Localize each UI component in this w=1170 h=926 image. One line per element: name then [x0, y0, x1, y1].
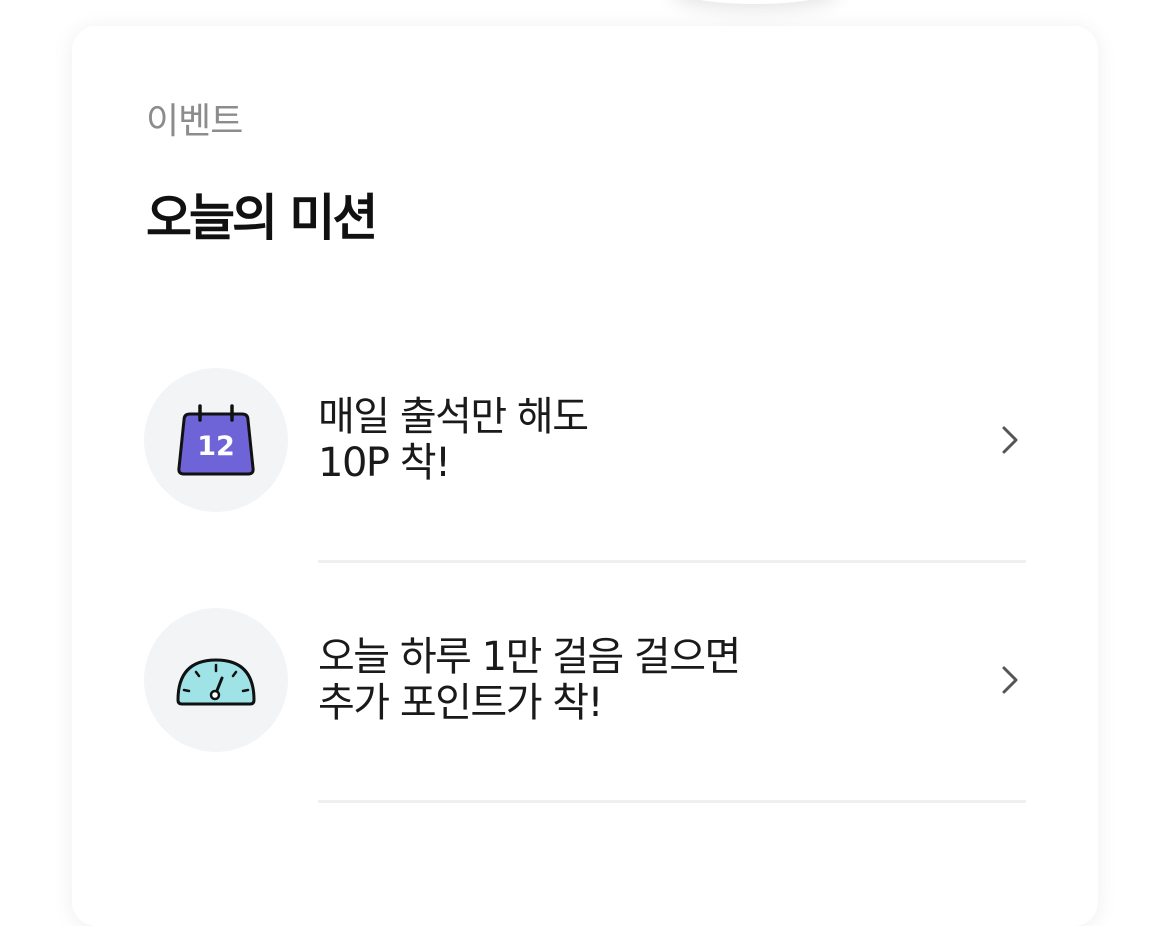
- calendar-icon-badge: 12: [144, 368, 288, 512]
- chevron-right-icon: [1002, 666, 1018, 694]
- page-title: 오늘의 미션: [146, 189, 378, 247]
- calendar-icon: 12: [177, 404, 255, 476]
- mission-line-2: 추가 포인트가 착!: [318, 680, 604, 726]
- mission-text: 오늘 하루 1만 걸음 걸으면 추가 포인트가 착!: [318, 634, 741, 726]
- mission-line-2: 10P 착!: [318, 440, 451, 486]
- mission-line-1: 오늘 하루 1만 걸음 걸으면: [318, 634, 741, 680]
- mission-text: 매일 출석만 해도 10P 착!: [318, 394, 589, 486]
- calendar-day-number: 12: [197, 431, 235, 462]
- mission-card: 이벤트 오늘의 미션 12 매일 출석만 해도 10P 착! 오늘 하루 1만 …: [72, 26, 1098, 926]
- top-sheet-edge: [670, 0, 840, 4]
- section-label: 이벤트: [146, 101, 243, 142]
- speedometer-icon: [176, 658, 256, 706]
- mission-item-attendance[interactable]: 12 매일 출석만 해도 10P 착!: [144, 368, 1026, 512]
- speedometer-icon-badge: [144, 608, 288, 752]
- divider: [318, 800, 1026, 803]
- mission-line-1: 매일 출석만 해도: [318, 394, 589, 440]
- divider: [318, 560, 1026, 563]
- chevron-right-icon: [1002, 426, 1018, 454]
- mission-item-steps[interactable]: 오늘 하루 1만 걸음 걸으면 추가 포인트가 착!: [144, 608, 1026, 752]
